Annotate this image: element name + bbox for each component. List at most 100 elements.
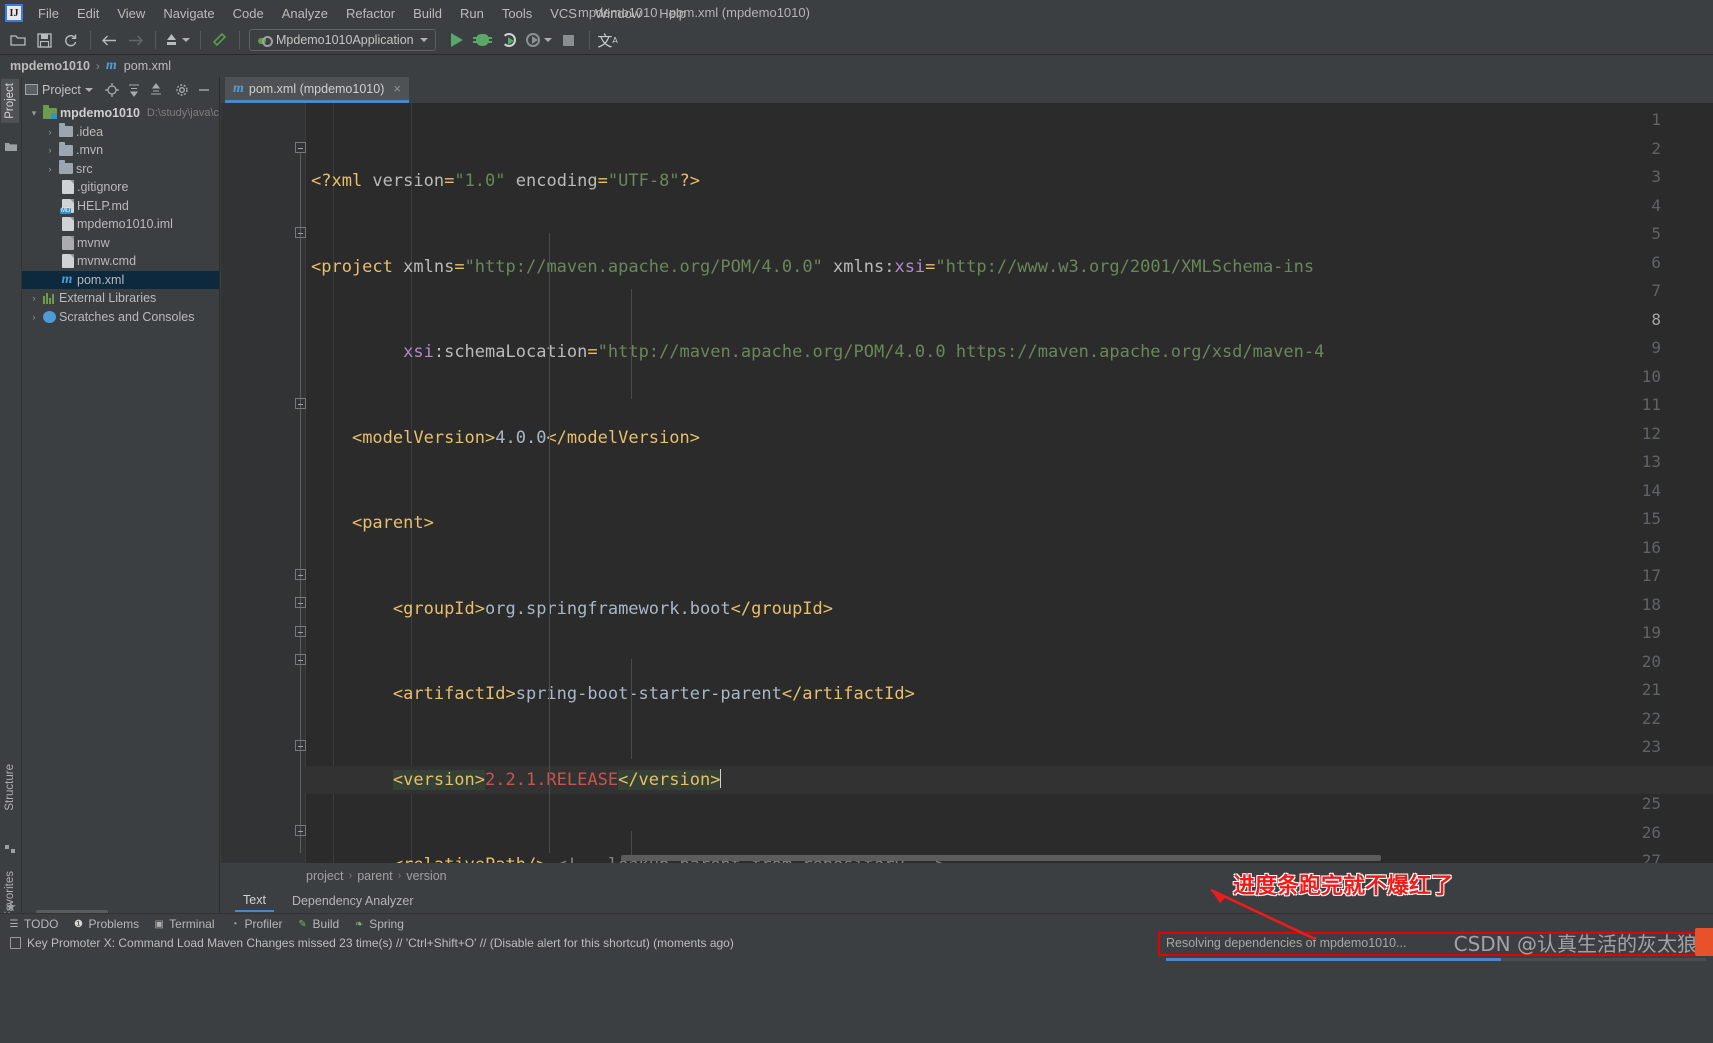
code-line-8: <version>2.2.1.RELEASE</version>	[305, 765, 1713, 794]
tree-node-mpdemo1010[interactable]: ▾ mpdemo1010 D:\study\java\c	[22, 104, 219, 123]
chevron-right-icon[interactable]: ›	[28, 293, 40, 303]
translate-icon[interactable]: 文A	[596, 29, 620, 51]
editor-horizontal-scrollbar[interactable]	[621, 855, 1381, 861]
tree-node-label: pom.xml	[77, 272, 125, 287]
maven-file-icon: m	[233, 80, 244, 96]
tab-text[interactable]: Text	[235, 890, 274, 912]
vcs-update-icon[interactable]	[162, 29, 192, 51]
tree-node-scratches[interactable]: › Scratches and Consoles	[22, 308, 219, 327]
markdown-file-icon	[60, 198, 74, 214]
toolbar-divider-5	[588, 31, 590, 49]
chevron-right-icon[interactable]: ›	[44, 127, 56, 137]
tree-node-src[interactable]: › src	[22, 160, 219, 179]
menu-view[interactable]: View	[108, 3, 154, 24]
chevron-right-icon[interactable]: ›	[44, 145, 56, 155]
tree-node-label: External Libraries	[59, 291, 157, 306]
todo-icon: ☰	[9, 918, 19, 930]
tree-node-mvnw[interactable]: mvnw	[22, 234, 219, 253]
status-message-text: Key Promoter X: Command Load Maven Chang…	[27, 936, 734, 950]
code-line-5: <parent>	[351, 513, 434, 533]
chevron-right-icon[interactable]: ›	[44, 164, 56, 174]
sync-icon[interactable]	[58, 29, 82, 51]
menu-analyze[interactable]: Analyze	[273, 3, 337, 24]
gear-icon[interactable]	[173, 81, 191, 99]
select-opened-file-icon[interactable]	[103, 81, 121, 99]
tree-node-label: .idea	[76, 124, 104, 139]
project-tree: ▾ mpdemo1010 D:\study\java\c › .idea › .…	[22, 102, 219, 326]
tool-window-todo[interactable]: ☰ TODO	[8, 917, 59, 931]
tree-node-idea[interactable]: › .idea	[22, 123, 219, 142]
save-icon[interactable]	[32, 29, 56, 51]
menu-edit[interactable]: Edit	[68, 3, 108, 24]
tool-window-spring[interactable]: ❧ Spring	[353, 917, 404, 931]
open-folder-icon[interactable]	[6, 29, 30, 51]
tool-window-problems[interactable]: ❶ Problems	[72, 917, 139, 931]
menu-file[interactable]: File	[29, 3, 68, 24]
status-message[interactable]: Key Promoter X: Command Load Maven Chang…	[10, 936, 734, 950]
code-content[interactable]: <?xml version="1.0" encoding="UTF-8"?> <…	[305, 103, 1713, 863]
build-hammer-icon[interactable]	[207, 29, 231, 51]
editor-tab-strip: m pom.xml (mpdemo1010) ×	[221, 77, 1713, 103]
run-with-coverage-icon[interactable]	[497, 29, 521, 51]
editor-tab-pom-xml[interactable]: m pom.xml (mpdemo1010) ×	[225, 77, 409, 103]
build-icon: ✎	[298, 918, 307, 930]
tool-window-profiler[interactable]: ◔ Profiler	[229, 917, 282, 931]
code-line-1: <?xml version="1.0" encoding="UTF-8"?>	[311, 171, 701, 191]
editor-tab-label: pom.xml (mpdemo1010)	[248, 81, 385, 96]
module-folder-icon	[43, 104, 57, 119]
folder-icon	[59, 160, 73, 175]
tool-window-terminal[interactable]: ▣ Terminal	[153, 917, 214, 931]
folder-icon	[59, 123, 73, 138]
project-panel-header: Project	[22, 77, 219, 102]
cmd-file-icon	[62, 254, 74, 269]
project-panel-title[interactable]: Project	[42, 83, 93, 97]
tab-dependency-analyzer[interactable]: Dependency Analyzer	[284, 891, 422, 911]
tree-node-gitignore[interactable]: .gitignore	[22, 178, 219, 197]
project-panel-title-label: Project	[42, 82, 81, 97]
expand-all-icon[interactable]	[125, 81, 143, 99]
chevron-down-icon	[84, 87, 93, 92]
run-configuration-label: Mpdemo1010Application	[276, 33, 414, 47]
forward-arrow-icon[interactable]	[123, 29, 147, 51]
code-editor[interactable]: 1 2 3 4 5 6 7 8 9 10 11 12 13 14 15 16 1…	[221, 103, 1713, 863]
sidebar-tab-structure[interactable]: Structure	[1, 760, 19, 815]
breadcrumb-item-project[interactable]: project	[306, 869, 344, 883]
hide-panel-icon[interactable]	[195, 81, 213, 99]
menu-code[interactable]: Code	[224, 3, 273, 24]
breadcrumb-item-version[interactable]: version	[406, 869, 446, 883]
breadcrumb-project[interactable]: mpdemo1010	[10, 59, 90, 73]
csdn-badge-icon	[1695, 928, 1713, 956]
chevron-right-icon[interactable]: ›	[28, 312, 40, 322]
debug-icon[interactable]	[471, 29, 495, 51]
tree-node-external-libraries[interactable]: › External Libraries	[22, 289, 219, 308]
tree-node-label: .mvn	[76, 143, 104, 158]
menu-navigate[interactable]: Navigate	[154, 3, 223, 24]
tree-node-iml[interactable]: mpdemo1010.iml	[22, 215, 219, 234]
breadcrumb-item-parent[interactable]: parent	[357, 869, 392, 883]
sidebar-tab-project[interactable]: Project	[1, 79, 19, 123]
menu-run[interactable]: Run	[451, 3, 493, 24]
tree-node-help-md[interactable]: HELP.md	[22, 197, 219, 216]
collapse-all-icon[interactable]	[147, 81, 165, 99]
tool-window-build[interactable]: ✎ Build	[297, 917, 339, 931]
close-icon[interactable]: ×	[393, 81, 401, 96]
menu-refactor[interactable]: Refactor	[337, 3, 404, 24]
menu-tools[interactable]: Tools	[493, 3, 541, 24]
chevron-down-icon[interactable]: ▾	[28, 108, 40, 119]
tree-node-mvnw-cmd[interactable]: mvnw.cmd	[22, 252, 219, 271]
breadcrumb-file[interactable]: pom.xml	[124, 59, 171, 73]
run-icon[interactable]	[445, 29, 469, 51]
profile-icon[interactable]	[523, 29, 555, 51]
tree-node-mvn[interactable]: › .mvn	[22, 141, 219, 160]
run-configuration-selector[interactable]: Mpdemo1010Application	[249, 29, 436, 51]
editor-gutter[interactable]	[221, 103, 305, 863]
tree-node-pom-xml[interactable]: m pom.xml	[22, 270, 219, 289]
stop-icon[interactable]	[557, 29, 581, 51]
toolbar-divider	[90, 31, 91, 49]
breadcrumb-separator-2: ›	[397, 869, 402, 882]
libraries-icon	[43, 292, 56, 305]
menu-build[interactable]: Build	[404, 3, 451, 24]
back-arrow-icon[interactable]	[97, 29, 121, 51]
window-title: mpdemo1010 - pom.xml (mpdemo1010)	[578, 5, 810, 20]
folder-icon	[59, 141, 73, 156]
